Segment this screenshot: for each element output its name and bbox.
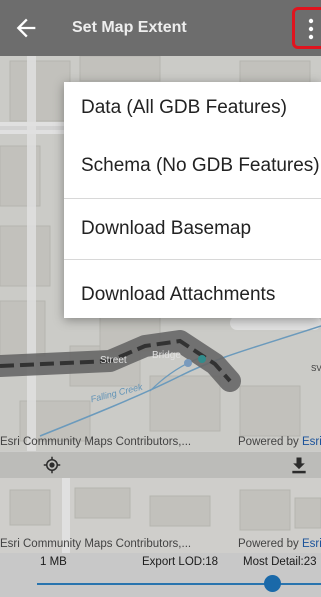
road-label: SV [311, 364, 321, 373]
esri-link[interactable]: Esri [302, 436, 321, 448]
menu-divider [64, 198, 321, 199]
size-estimate: 1 MB [40, 556, 67, 568]
bridge-label: Bridge [152, 350, 181, 361]
locate-icon[interactable] [43, 456, 61, 474]
preview-attribution: Esri Community Maps Contributors,... [0, 538, 192, 550]
preview-esri-link[interactable]: Esri [302, 538, 321, 550]
powered-by: Powered by Esri [238, 436, 321, 448]
more-vertical-icon[interactable] [307, 18, 315, 40]
most-detail: Most Detail:23 [243, 556, 317, 568]
menu-item-download-basemap[interactable]: Download Basemap [81, 218, 251, 240]
menu-item-download-attachments[interactable]: Download Attachments [81, 284, 275, 306]
powered-by-text: Powered by [238, 436, 299, 448]
street-label: Street [100, 355, 127, 366]
menu-divider [64, 259, 321, 260]
download-icon[interactable] [289, 455, 309, 475]
page-title: Set Map Extent [72, 19, 187, 36]
export-lod: Export LOD:18 [142, 556, 219, 568]
preview-powered-by-text: Powered by [238, 538, 299, 550]
arrow-left-icon[interactable] [12, 14, 40, 42]
menu-item-schema[interactable]: Schema (No GDB Features) [81, 155, 320, 177]
preview-powered-by: Powered by Esri [238, 538, 321, 550]
map-attribution: Esri Community Maps Contributors,... [0, 436, 192, 448]
download-options-menu: Data (All GDB Features) Schema (No GDB F… [64, 82, 321, 318]
menu-item-data[interactable]: Data (All GDB Features) [81, 97, 287, 119]
